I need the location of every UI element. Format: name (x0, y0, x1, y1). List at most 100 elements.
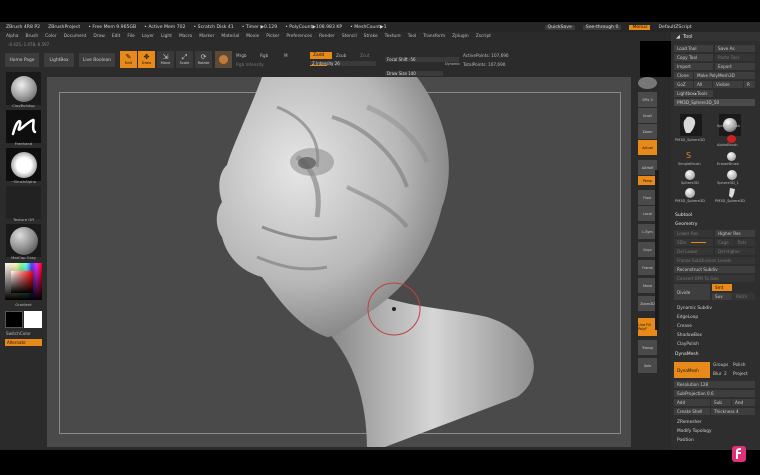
goz-r-button[interactable]: R (744, 81, 755, 88)
secondary-color-swatch[interactable] (24, 311, 42, 328)
z-intensity-slider[interactable]: Z Intensity 26 (310, 61, 376, 66)
geometry-section[interactable]: Geometry (675, 222, 697, 227)
tool-thumb-pm3d-sphere[interactable] (680, 114, 702, 136)
tool-palette-header[interactable]: ◢ Tool (671, 32, 760, 41)
menu-transform[interactable]: Transform (423, 34, 445, 39)
color-picker[interactable] (5, 263, 42, 300)
spix-button[interactable]: SPix 3 (638, 92, 657, 107)
reconstruct-subdiv-button[interactable]: Reconstruct Subdiv (674, 266, 755, 273)
switch-color-button[interactable]: SwitchColor (6, 331, 31, 336)
rstr-button[interactable]: Rstr (735, 239, 755, 246)
texture-selector[interactable] (6, 186, 41, 219)
make-polymesh-button[interactable]: Make PolyMesh3D (694, 72, 755, 79)
polish-toggle[interactable]: Polish (733, 363, 745, 368)
subtool-section[interactable]: Subtool (675, 213, 692, 218)
zcut-toggle[interactable]: Zcut (360, 53, 369, 58)
zoom-button[interactable]: Zoom (638, 124, 657, 139)
menu-tool[interactable]: Tool (408, 34, 417, 39)
current-tool-slider[interactable]: PM3D_Sphere3D_50 (674, 99, 755, 106)
transp-button[interactable]: Transp (638, 340, 657, 355)
scale-mode-button[interactable]: ⤢ Scale (176, 51, 193, 68)
sdiv-slider[interactable]: SDiv (674, 239, 713, 246)
draw-size-slider[interactable]: Draw Size 140 (385, 71, 443, 76)
scroll-button[interactable]: Scroll (638, 108, 657, 123)
quicksave-button[interactable]: QuickSave (544, 24, 575, 30)
color-square[interactable] (11, 271, 33, 293)
menu-macro[interactable]: Macro (179, 34, 192, 39)
menu-layer[interactable]: Layer (142, 34, 154, 39)
rotate-mode-button[interactable]: ⟳ Rotate (195, 51, 212, 68)
goz-button[interactable]: GoZ (674, 81, 693, 88)
copy-tool-button[interactable]: Copy Tool (674, 54, 713, 61)
right-shelf-scrollbar[interactable] (655, 170, 659, 330)
freeze-subdiv-button[interactable]: Freeze SubDivision Levels (674, 257, 755, 264)
menu-edit[interactable]: Edit (112, 34, 121, 39)
del-higher-button[interactable]: Del Higher (715, 248, 755, 255)
dynamesh-section[interactable]: DynaMesh (675, 352, 699, 357)
crease-section[interactable]: Crease (677, 324, 692, 329)
home-page-button[interactable]: Home Page (5, 53, 39, 67)
menu-draw[interactable]: Draw (93, 34, 104, 39)
smt-toggle[interactable]: Smt (712, 284, 732, 291)
edit-mode-button[interactable]: ✎ Edit (120, 51, 137, 68)
save-as-button[interactable]: Save As (715, 45, 755, 52)
move-mode-button[interactable]: ⇲ Move (157, 51, 174, 68)
menu-texture[interactable]: Texture (385, 34, 401, 39)
subprojection-slider[interactable]: SubProjection 0.6 (674, 390, 755, 397)
del-lower-button[interactable]: Del Lower (674, 248, 713, 255)
goz-visible-button[interactable]: Visible (713, 81, 743, 88)
see-through-slider[interactable]: See-through 0 (582, 24, 622, 30)
menu-render[interactable]: Render (319, 34, 335, 39)
divide-button[interactable]: Divide (674, 284, 710, 300)
menu-file[interactable]: File (127, 34, 134, 39)
menu-zscript[interactable]: Zscript (476, 34, 491, 39)
main-color-swatch[interactable] (5, 311, 23, 328)
dynamesh-button[interactable]: DynaMesh (674, 362, 710, 378)
stroke-selector[interactable] (6, 110, 41, 143)
solo-button[interactable]: Solo (638, 358, 657, 373)
sub-button[interactable]: Sub (711, 399, 731, 406)
dynamic-subdiv-section[interactable]: Dynamic Subdiv (677, 306, 712, 311)
higher-res-button[interactable]: Higher Res (715, 230, 755, 237)
sphere3d-icon[interactable] (685, 170, 695, 180)
simplebrush-icon[interactable]: S (686, 151, 691, 160)
claypolish-section[interactable]: ClayPolish (677, 342, 699, 347)
and-button[interactable]: And (732, 399, 755, 406)
rgb-toggle[interactable]: Rgb (260, 53, 268, 58)
convert-bpr-button[interactable]: Convert BPR To Geo (674, 275, 755, 282)
menu-zplugin[interactable]: Zplugin (452, 34, 469, 39)
clone-button[interactable]: Clone (674, 72, 693, 79)
shadowbox-section[interactable]: ShadowBox (677, 333, 702, 338)
menu-document[interactable]: Document (64, 34, 87, 39)
import-button[interactable]: Import (674, 63, 713, 70)
alphabrush-icon[interactable] (727, 135, 736, 143)
menu-stroke[interactable]: Stroke (364, 34, 378, 39)
suv-toggle[interactable]: Suv (712, 293, 732, 300)
live-boolean-button[interactable]: Live Boolean (79, 53, 115, 67)
blur-slider[interactable]: Blur (713, 372, 722, 377)
alpha-selector[interactable] (6, 148, 41, 181)
alternate-toggle[interactable]: Alternate (5, 339, 42, 346)
rgb-intensity-slider[interactable]: Rgb Intensity (236, 62, 264, 67)
eraserbrush-icon[interactable] (727, 152, 736, 161)
modify-topology-section[interactable]: Modify Topology (677, 429, 712, 434)
zremesher-section[interactable]: ZRemesher (677, 420, 702, 425)
resolution-slider[interactable]: Resolution 128 (674, 381, 755, 388)
menus-toggle[interactable]: Menus (629, 24, 651, 30)
export-button[interactable]: Export (715, 63, 755, 70)
project-toggle[interactable]: Project (733, 372, 748, 377)
zsub-toggle[interactable]: Zsub (336, 53, 346, 58)
lightbox-tools-button[interactable]: Lightbox▸Tools (674, 90, 713, 97)
actual-button[interactable]: Actual (638, 140, 657, 155)
menu-preferences[interactable]: Preferences (286, 34, 312, 39)
draw-mode-button[interactable]: ✥ Draw (138, 51, 155, 68)
menu-material[interactable]: Material (221, 34, 239, 39)
thickness-slider[interactable]: Thickness 4 (711, 408, 755, 415)
groups-toggle[interactable]: Groups (713, 363, 728, 368)
load-tool-button[interactable]: Load Tool (674, 45, 713, 52)
pm3d-sphere-icon[interactable] (685, 188, 695, 198)
sphere3d-1-icon[interactable] (727, 170, 737, 180)
brush-selector[interactable] (6, 72, 41, 105)
paste-tool-button[interactable]: Paste Tool (715, 54, 755, 61)
mrgb-toggle[interactable]: Mrgb (236, 53, 247, 58)
